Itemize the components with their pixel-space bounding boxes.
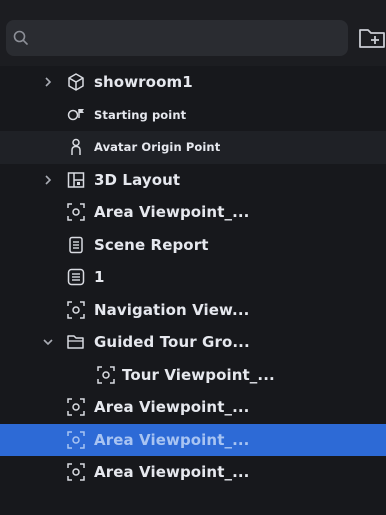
tree-item-area-viewpoint[interactable]: Area Viewpoint_...	[0, 456, 386, 489]
tree-item-avatar-origin-point[interactable]: Avatar Origin Point	[0, 131, 386, 164]
tree-item-navigation-viewpoint[interactable]: Navigation View...	[0, 294, 386, 327]
tree-item-scene-report[interactable]: Scene Report	[0, 229, 386, 262]
search-box[interactable]	[6, 20, 348, 58]
tree-item-label: Navigation View...	[94, 300, 250, 319]
tree-item-label: Area Viewpoint_...	[94, 398, 250, 417]
note-icon	[67, 269, 85, 286]
folder-plus-icon[interactable]	[358, 26, 386, 50]
tree-item-guided-tour-group[interactable]: Guided Tour Gro...	[0, 326, 386, 359]
tree-item-starting-point[interactable]: Starting point	[0, 99, 386, 132]
chevron-right-icon[interactable]	[42, 174, 54, 186]
folder-icon	[67, 335, 84, 349]
chevron-down-icon[interactable]	[42, 336, 54, 348]
tree-item-label: Area Viewpoint_...	[94, 463, 250, 482]
tree-item-label: Guided Tour Gro...	[94, 333, 250, 352]
tree-item-label: 1	[94, 268, 105, 287]
tree-item-label: Avatar Origin Point	[94, 140, 221, 155]
scene-tree-panel: showroom1 Starting point Avatar Origin P…	[0, 0, 386, 515]
tree-item-label: Area Viewpoint_...	[94, 203, 250, 222]
layout-icon	[67, 172, 85, 188]
tree-item-showroom1[interactable]: showroom1	[0, 66, 386, 99]
tree-item-label: Tour Viewpoint_...	[122, 365, 275, 384]
tree-item-tour-viewpoint[interactable]: Tour Viewpoint_...	[0, 359, 386, 392]
tree-item-area-viewpoint[interactable]: Area Viewpoint_...	[0, 196, 386, 229]
panel-footer	[0, 489, 386, 515]
viewpoint-icon	[67, 431, 85, 449]
tree-item-label: Scene Report	[94, 235, 209, 254]
search-input[interactable]	[34, 20, 338, 58]
viewpoint-icon	[67, 301, 85, 319]
cube-icon	[68, 73, 84, 91]
avatar-icon	[71, 139, 81, 156]
panel-toolbar	[0, 0, 386, 66]
viewpoint-icon	[67, 398, 85, 416]
tree-item-label: showroom1	[94, 73, 193, 92]
tree-item-label: Starting point	[94, 107, 187, 122]
viewpoint-icon	[97, 366, 115, 384]
tree-item-note-1[interactable]: 1	[0, 261, 386, 294]
tree-item-label: 3D Layout	[94, 170, 181, 189]
chevron-right-icon[interactable]	[42, 76, 54, 88]
starting-point-icon	[67, 108, 84, 120]
tree-item-3d-layout[interactable]: 3D Layout	[0, 164, 386, 197]
viewpoint-icon	[67, 463, 85, 481]
tree-item-label: Area Viewpoint_...	[94, 430, 250, 449]
report-icon	[69, 236, 83, 253]
tree-item-area-viewpoint-selected[interactable]: Area Viewpoint_...	[0, 423, 386, 456]
scene-tree: showroom1 Starting point Avatar Origin P…	[0, 66, 386, 489]
search-icon	[13, 30, 28, 45]
tree-item-area-viewpoint[interactable]: Area Viewpoint_...	[0, 391, 386, 424]
viewpoint-icon	[67, 203, 85, 221]
